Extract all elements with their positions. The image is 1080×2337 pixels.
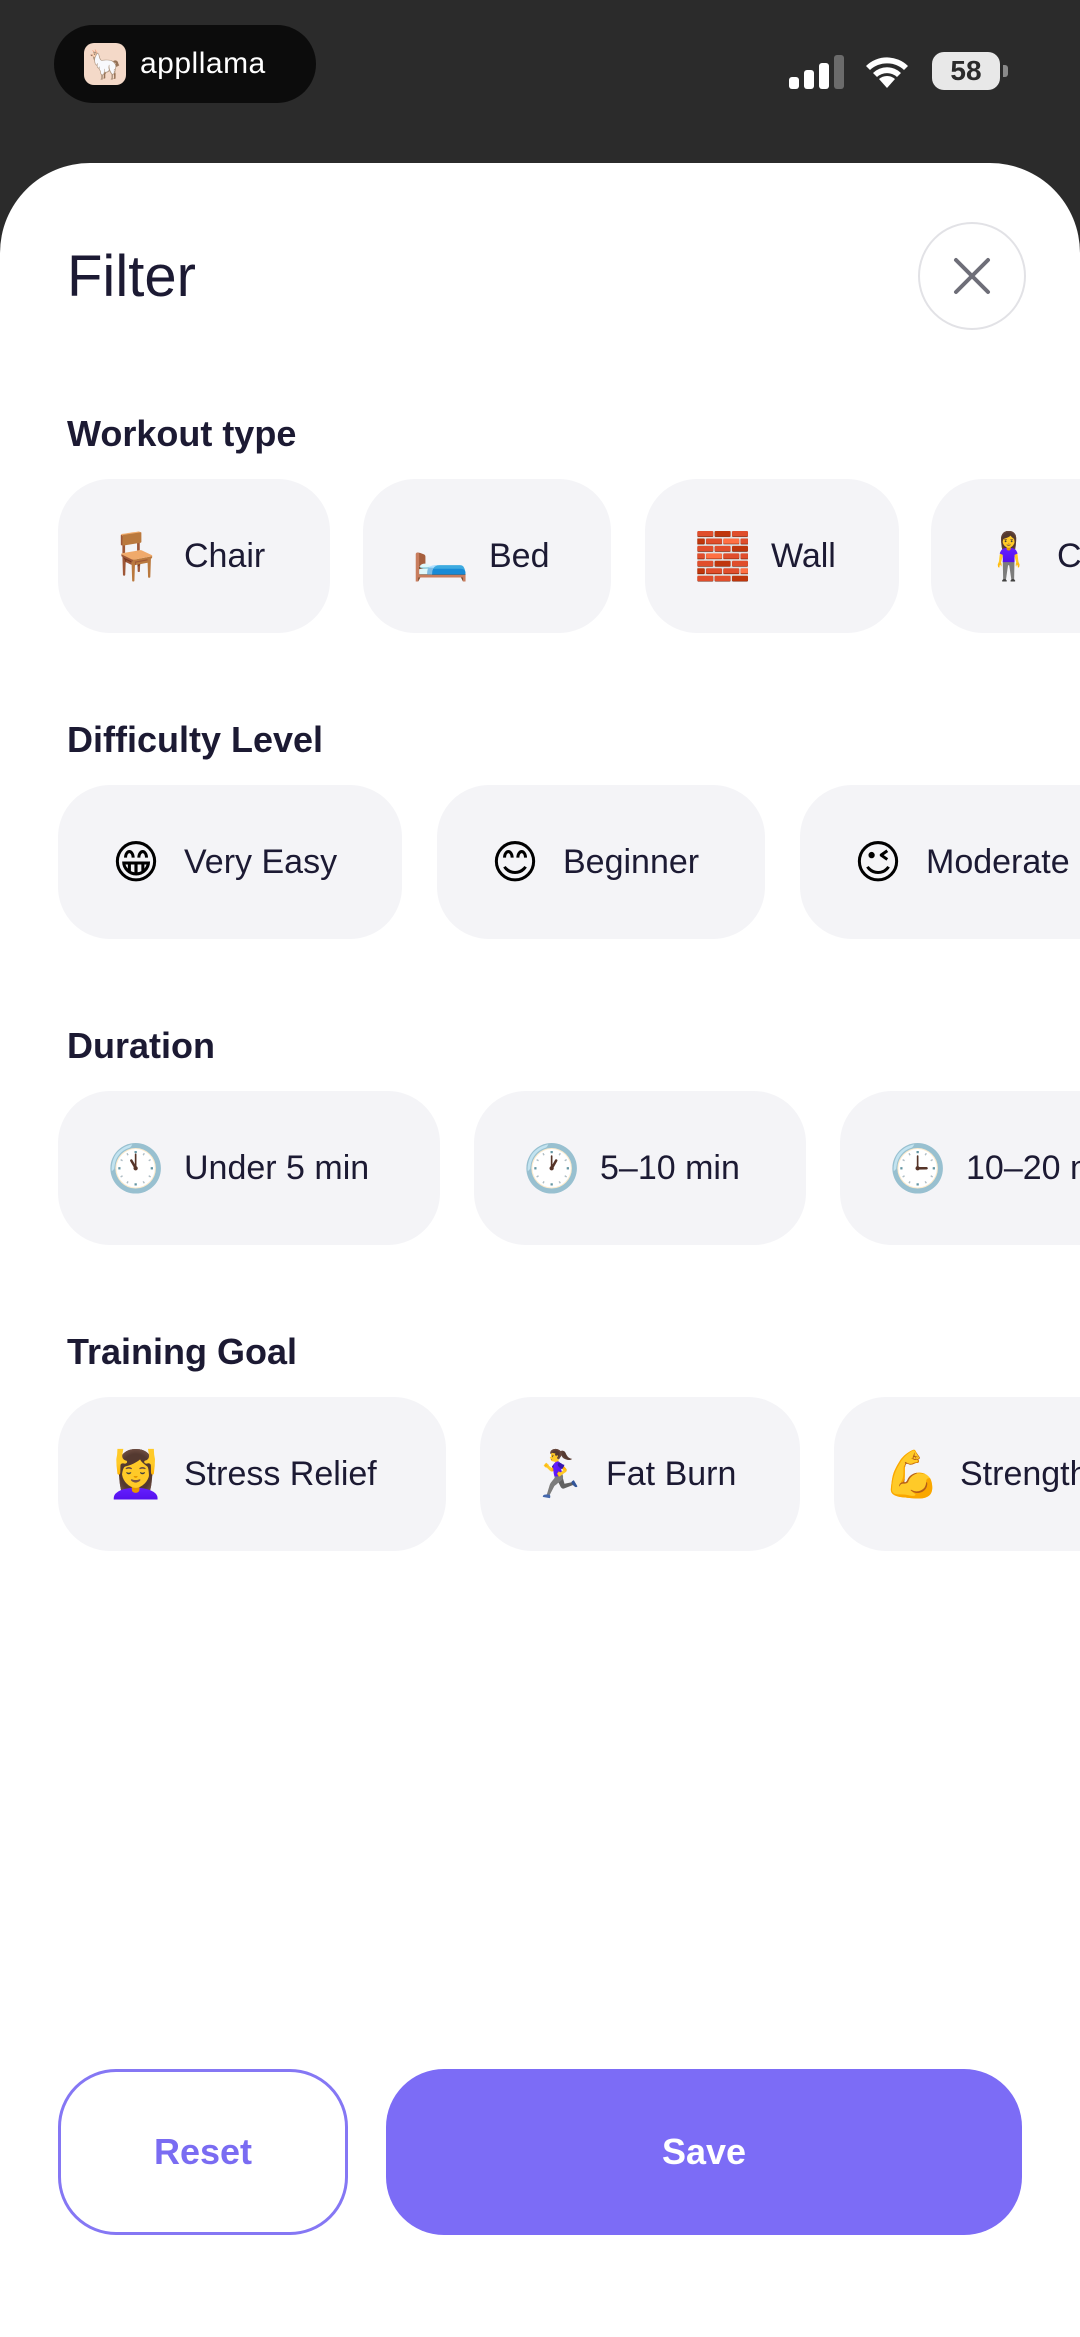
massage-icon: 💆‍♀️ xyxy=(107,1448,165,1500)
chip-label: 10–20 m xyxy=(966,1148,1080,1187)
chair-icon: 🪑 xyxy=(107,530,165,582)
chip-5-10-min[interactable]: 🕐 5–10 min xyxy=(474,1091,806,1245)
chip-label: Wall xyxy=(771,536,836,575)
smiling-face-icon: 😊 xyxy=(491,836,539,888)
chip-row-difficulty: 😁 Very Easy 😊 Beginner 😉 Moderate xyxy=(58,785,1080,939)
chip-label: Beginner xyxy=(563,842,700,881)
chip-label: 5–10 min xyxy=(600,1148,740,1187)
chip-label: Chair xyxy=(184,536,266,575)
chip-10-20-min[interactable]: 🕒 10–20 m xyxy=(840,1091,1080,1245)
clock-icon: 🕚 xyxy=(107,1142,165,1194)
app-badge: 🦙 appllama xyxy=(54,25,316,103)
page-title: Filter xyxy=(67,244,196,309)
chip-label: Very Easy xyxy=(184,842,338,881)
chip-label: Strength xyxy=(960,1454,1080,1493)
chip-very-easy[interactable]: 😁 Very Easy xyxy=(58,785,402,939)
chip-moderate[interactable]: 😉 Moderate xyxy=(800,785,1080,939)
clock-icon: 🕐 xyxy=(523,1142,581,1194)
section-title-workout-type: Workout type xyxy=(67,413,297,454)
chip-label: Fat Burn xyxy=(606,1454,737,1493)
close-icon xyxy=(954,258,990,294)
chip-label: Moderate xyxy=(926,842,1070,881)
bricks-icon: 🧱 xyxy=(694,530,752,582)
chip-label: C xyxy=(1057,536,1080,575)
section-title-training-goal: Training Goal xyxy=(67,1331,298,1372)
flexed-biceps-icon: 💪 xyxy=(883,1448,941,1500)
battery-indicator: 58 xyxy=(932,52,1008,90)
section-title-duration: Duration xyxy=(67,1025,215,1066)
app-name: appllama xyxy=(140,47,266,80)
chip-under-5-min[interactable]: 🕚 Under 5 min xyxy=(58,1091,440,1245)
chip-label: Stress Relief xyxy=(184,1454,377,1493)
chip-row-workout-type: 🪑 Chair 🛏️ Bed 🧱 Wall 🧍‍♀️ C xyxy=(58,479,1080,633)
standing-person-icon: 🧍‍♀️ xyxy=(980,530,1038,582)
save-button[interactable]: Save xyxy=(386,2069,1022,2235)
grinning-face-icon: 😁 xyxy=(112,836,160,888)
chip-row-training-goal: 💆‍♀️ Stress Relief 🏃‍♀️ Fat Burn 💪 Stren… xyxy=(58,1397,1080,1551)
chip-beginner[interactable]: 😊 Beginner xyxy=(437,785,765,939)
battery-cap xyxy=(1003,65,1008,77)
chip-fat-burn[interactable]: 🏃‍♀️ Fat Burn xyxy=(480,1397,800,1551)
clock-icon: 🕒 xyxy=(889,1142,947,1194)
wifi-icon xyxy=(866,57,908,88)
chip-row-duration: 🕚 Under 5 min 🕐 5–10 min 🕒 10–20 m xyxy=(58,1091,1080,1245)
running-woman-icon: 🏃‍♀️ xyxy=(529,1448,587,1500)
chip-label: Under 5 min xyxy=(184,1148,370,1187)
filter-sheet: Filter Workout type 🪑 Chair 🛏️ Bed 🧱 Wal… xyxy=(0,163,1080,2337)
status-bar: 🦙 appllama 58 xyxy=(0,0,1080,165)
battery-level: 58 xyxy=(932,52,1000,90)
close-button[interactable] xyxy=(918,222,1026,330)
reset-button[interactable]: Reset xyxy=(58,2069,348,2235)
winking-face-icon: 😉 xyxy=(854,836,902,888)
chip-standing[interactable]: 🧍‍♀️ C xyxy=(931,479,1080,633)
chip-strength[interactable]: 💪 Strength xyxy=(834,1397,1080,1551)
chip-stress-relief[interactable]: 💆‍♀️ Stress Relief xyxy=(58,1397,446,1551)
llama-logo-icon: 🦙 xyxy=(84,43,126,85)
chip-wall[interactable]: 🧱 Wall xyxy=(645,479,899,633)
cellular-signal-icon xyxy=(789,55,844,89)
chip-label: Bed xyxy=(489,536,550,575)
section-title-difficulty: Difficulty Level xyxy=(67,719,324,760)
chip-chair[interactable]: 🪑 Chair xyxy=(58,479,330,633)
bed-icon: 🛏️ xyxy=(412,530,470,582)
chip-bed[interactable]: 🛏️ Bed xyxy=(363,479,611,633)
